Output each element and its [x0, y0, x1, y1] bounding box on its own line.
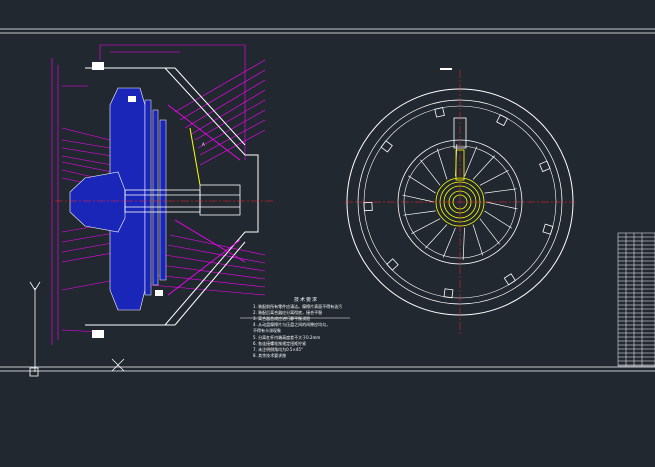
finger-line — [442, 227, 456, 258]
cad-drawing-canvas[interactable]: A — [0, 0, 655, 467]
finger-line — [403, 210, 436, 216]
crosshair-icon — [111, 358, 125, 372]
front-view — [345, 68, 575, 335]
finger-line — [464, 146, 478, 177]
finger-line — [436, 148, 448, 180]
lug — [542, 223, 554, 235]
pressure-plate — [69, 87, 167, 311]
finger-line — [472, 155, 496, 180]
finger-line — [484, 188, 517, 194]
requirement-line: 8. 其余技术要求按 — [253, 352, 287, 358]
mounting-lugs — [363, 107, 554, 299]
lug — [539, 160, 551, 173]
finger-line — [484, 210, 512, 229]
finger-line — [479, 218, 500, 245]
finger-line — [411, 218, 441, 235]
finger-line — [402, 194, 435, 203]
lug — [363, 201, 373, 212]
finger-line — [479, 169, 509, 186]
finger-line — [472, 224, 484, 256]
lug — [434, 107, 445, 118]
technical-requirements-title: 技术要求 — [293, 297, 318, 303]
callout-label: A — [202, 142, 205, 147]
release-lever — [189, 127, 201, 186]
finger-line — [408, 175, 436, 194]
title-block — [617, 232, 655, 367]
technical-requirements: 技术要求 1. 装配前所有零件应清洁。摩擦片表面不得有油污 2. 装配后离合器应… — [253, 297, 359, 359]
leader-lines-right — [149, 59, 266, 296]
finger-line — [424, 224, 448, 249]
finger-line — [462, 227, 465, 260]
lug — [496, 114, 508, 127]
lug — [503, 273, 516, 286]
ucs-axis-icon — [29, 281, 41, 377]
lug — [386, 258, 399, 271]
lug — [443, 288, 454, 299]
finger-line — [420, 159, 441, 186]
lug — [380, 140, 393, 153]
finger-line — [485, 201, 518, 210]
section-view: A — [51, 44, 275, 345]
